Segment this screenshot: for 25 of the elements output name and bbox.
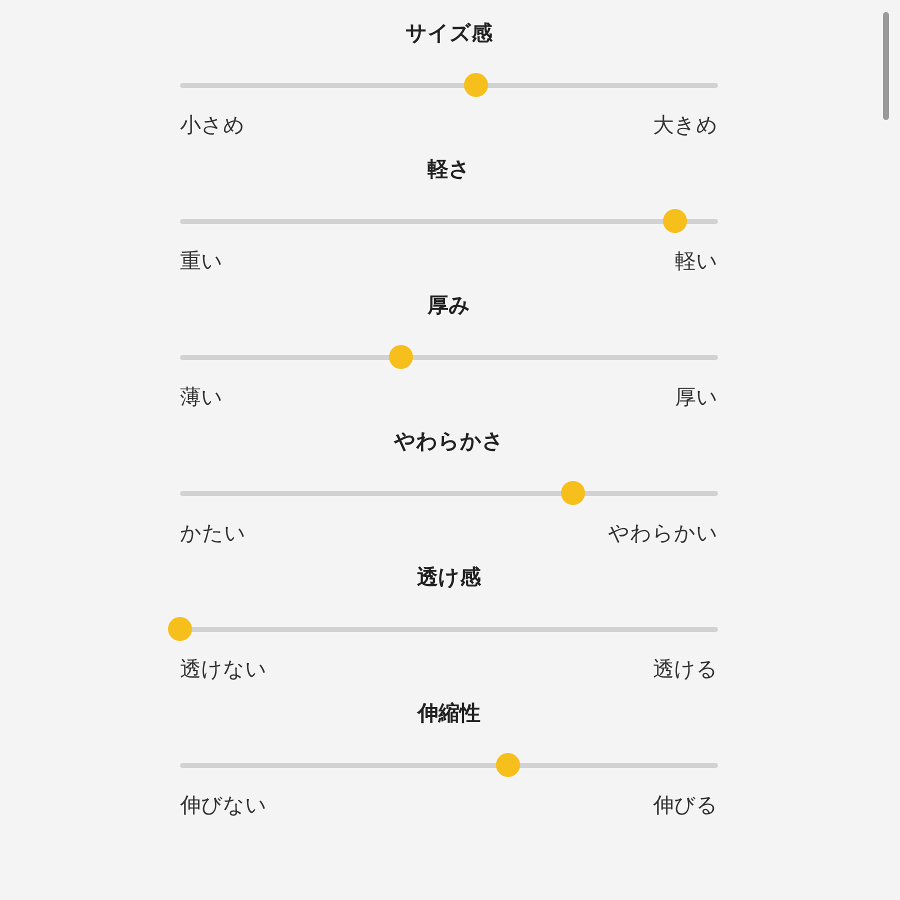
slider-thumb[interactable] (464, 73, 488, 97)
max-label: 伸びる (653, 792, 718, 819)
slider-title: サイズ感 (406, 20, 492, 47)
max-label: 透ける (653, 656, 718, 683)
slider-thumb[interactable] (560, 481, 585, 505)
min-label: 薄い (180, 384, 223, 411)
slider-thumb[interactable] (662, 209, 687, 233)
min-label: 小さめ (180, 112, 245, 139)
min-label: 重い (180, 248, 223, 275)
scrollbar-thumb[interactable] (883, 12, 889, 120)
max-label: 軽い (675, 248, 718, 275)
min-label: 透けない (180, 656, 267, 683)
slider-thumb[interactable] (496, 753, 520, 777)
slider-title: 軽さ (428, 156, 470, 183)
slider-title: 透け感 (417, 564, 481, 591)
slider-thumb[interactable] (388, 345, 413, 369)
max-label: 大きめ (653, 112, 718, 139)
slider-title: やわらかさ (394, 428, 504, 455)
slider-thumb[interactable] (168, 617, 192, 641)
max-label: 厚い (675, 384, 718, 411)
max-label: やわらかい (608, 520, 718, 547)
min-label: かたい (180, 520, 246, 547)
min-label: 伸びない (180, 792, 267, 819)
slider-title: 伸縮性 (418, 700, 480, 727)
slider-title: 厚み (428, 292, 470, 319)
